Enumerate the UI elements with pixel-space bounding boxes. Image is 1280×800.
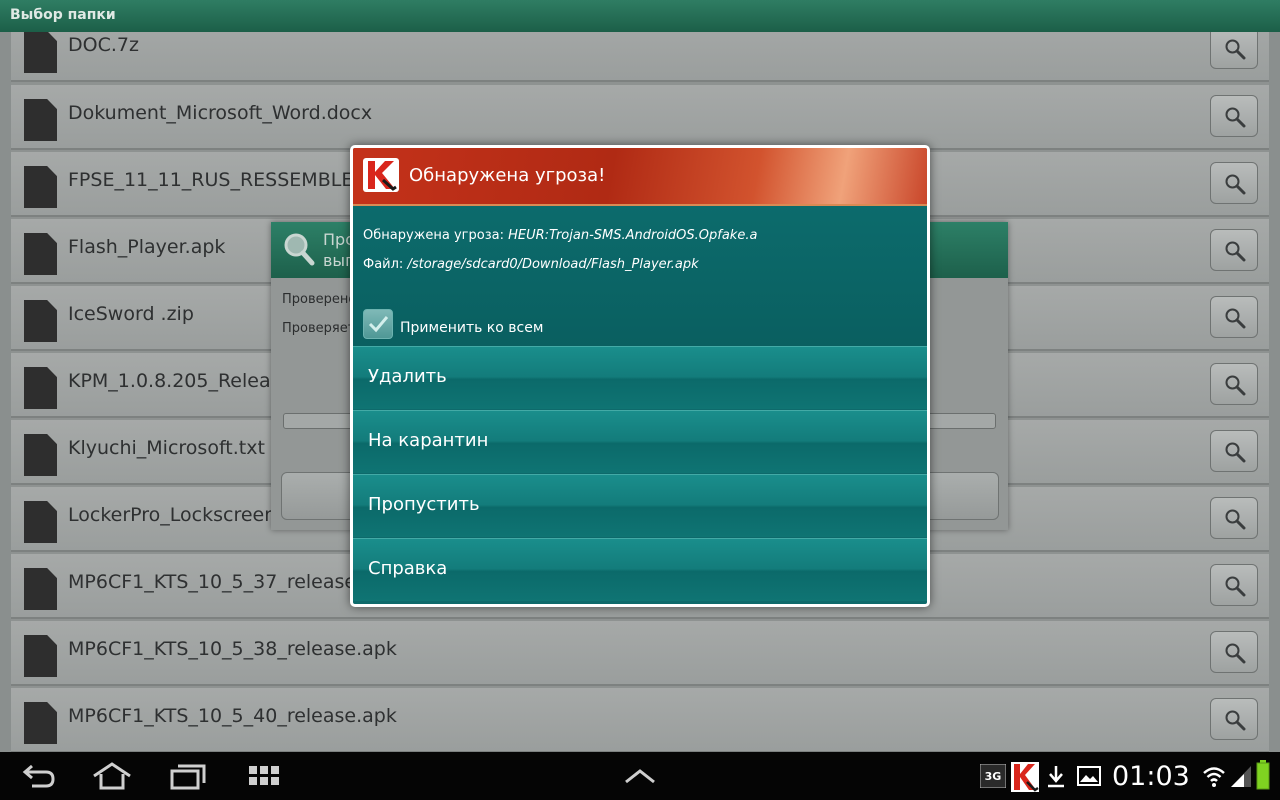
scan-checked-label: Проверено [282, 292, 357, 307]
system-navigation-bar: 3G 01:03 [0, 752, 1280, 800]
file-icon [24, 166, 57, 208]
threat-name: HEUR:Trojan-SMS.AndroidOS.Opfake.a [508, 228, 758, 243]
download-icon [1048, 766, 1064, 788]
file-name: LockerPro_Lockscreen_ [68, 504, 286, 526]
threat-name-line: Обнаружена угроза: HEUR:Trojan-SMS.Andro… [363, 228, 757, 243]
file-name: Dokument_Microsoft_Word.docx [68, 102, 373, 124]
skip-button[interactable]: Пропустить [353, 474, 927, 537]
file-icon [24, 300, 57, 342]
magnifier-icon [1225, 710, 1246, 731]
magnifier-icon [1225, 509, 1246, 530]
scan-magnifier-icon [284, 233, 315, 266]
delete-button-label: Удалить [368, 366, 447, 387]
file-name: Klyuchi_Microsoft.txt [68, 437, 265, 459]
file-name: MP6CF1_KTS_10_5_40_release.apk [68, 705, 397, 727]
skip-button-label: Пропустить [368, 494, 480, 515]
search-button[interactable] [1210, 564, 1258, 606]
search-button[interactable] [1210, 363, 1258, 405]
file-name: DOC.7z [68, 34, 139, 56]
list-item[interactable]: MP6CF1_KTS_10_5_38_release.apk [11, 621, 1269, 686]
magnifier-icon [1225, 576, 1246, 597]
search-button[interactable] [1210, 95, 1258, 137]
check-icon [368, 316, 389, 333]
search-button[interactable] [1210, 497, 1258, 539]
window-title: Выбор папки [10, 7, 116, 23]
3g-icon: 3G [980, 764, 1006, 788]
file-path: /storage/sdcard0/Download/Flash_Player.a… [407, 257, 699, 272]
quarantine-button-label: На карантин [368, 430, 489, 451]
threat-dialog: Обнаружена угроза! Обнаружена угроза: HE… [350, 145, 930, 607]
battery-icon [1256, 760, 1270, 790]
file-name: MP6CF1_KTS_10_5_37_release. [68, 571, 363, 593]
apply-all-checkbox[interactable] [363, 309, 393, 339]
file-name: MP6CF1_KTS_10_5_38_release.apk [68, 638, 397, 660]
network-type: 3G [985, 770, 1002, 783]
list-item[interactable]: MP6CF1_KTS_10_5_40_release.apk [11, 688, 1269, 752]
search-button[interactable] [1210, 430, 1258, 472]
kaspersky-status-icon[interactable] [1011, 762, 1039, 792]
clock: 01:03 [1112, 761, 1190, 792]
search-button[interactable] [1210, 162, 1258, 204]
apps-grid-icon[interactable] [248, 762, 280, 790]
file-icon [24, 434, 57, 476]
help-button-label: Справка [368, 558, 448, 579]
search-button[interactable] [1210, 32, 1258, 69]
wifi-icon [1203, 767, 1225, 787]
list-item[interactable]: Dokument_Microsoft_Word.docx [11, 85, 1269, 150]
file-name: Flash_Player.apk [68, 236, 226, 258]
magnifier-icon [1225, 39, 1246, 60]
quarantine-button[interactable]: На карантин [353, 410, 927, 473]
file-icon [24, 233, 57, 275]
file-name: IceSword .zip [68, 303, 194, 325]
file-name: FPSE_11_11_RUS_RESSEMBLER [68, 169, 367, 191]
scan-current-label: Проверяет [282, 321, 356, 336]
magnifier-icon [1225, 643, 1246, 664]
help-button[interactable]: Справка [353, 538, 927, 601]
threat-dialog-header: Обнаружена угроза! [353, 148, 927, 206]
window-title-bar: Выбор папки [0, 0, 1280, 32]
kaspersky-logo-icon [363, 158, 399, 192]
image-icon [1077, 766, 1101, 786]
threat-file-line: Файл: /storage/sdcard0/Download/Flash_Pl… [363, 257, 699, 272]
file-label: Файл: [363, 257, 404, 272]
magnifier-icon [1225, 375, 1246, 396]
search-button[interactable] [1210, 229, 1258, 271]
file-icon [24, 367, 57, 409]
home-icon[interactable] [92, 762, 132, 790]
file-icon [24, 702, 57, 744]
back-icon[interactable] [22, 762, 56, 790]
magnifier-icon [1225, 308, 1246, 329]
list-item[interactable]: DOC.7z [11, 32, 1269, 82]
magnifier-icon [1225, 107, 1246, 128]
magnifier-icon [1225, 174, 1246, 195]
search-button[interactable] [1210, 631, 1258, 673]
file-icon [24, 32, 57, 73]
file-name: KPM_1.0.8.205_Releas [68, 370, 281, 392]
magnifier-icon [1225, 241, 1246, 262]
file-icon [24, 635, 57, 677]
search-button[interactable] [1210, 698, 1258, 740]
threat-label: Обнаружена угроза: [363, 228, 504, 243]
apply-all-label: Применить ко всем [400, 320, 544, 336]
file-icon [24, 99, 57, 141]
signal-icon [1231, 766, 1251, 787]
recent-apps-icon[interactable] [170, 762, 206, 790]
delete-button[interactable]: Удалить [353, 346, 927, 409]
search-button[interactable] [1210, 296, 1258, 338]
file-icon [24, 568, 57, 610]
magnifier-icon [1225, 442, 1246, 463]
file-icon [24, 501, 57, 543]
threat-dialog-title: Обнаружена угроза! [409, 165, 606, 186]
chevron-up-icon[interactable] [624, 768, 656, 784]
threat-details: Обнаружена угроза: HEUR:Trojan-SMS.Andro… [353, 206, 927, 346]
